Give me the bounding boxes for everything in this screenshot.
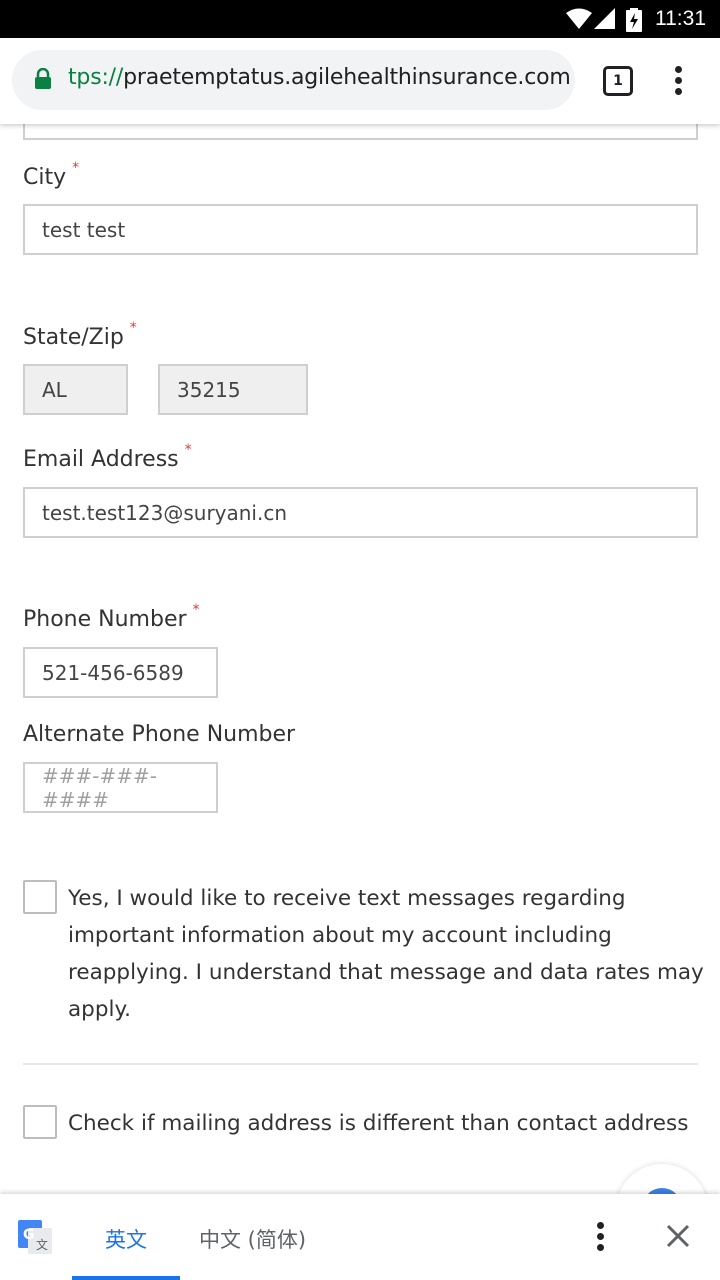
browser-toolbar: tps://praetemptatus.agilehealthinsurance… [0,38,720,124]
city-label-text: City [23,165,67,190]
status-time: 11:31 [655,7,706,30]
alt-phone-input[interactable]: ###-###-#### [23,762,218,813]
more-vert-icon [675,66,682,73]
url-scheme: tps:// [68,65,124,90]
menu-dot [597,1233,604,1240]
state-zip-label: State/Zip * [23,320,137,350]
state-input[interactable]: AL [23,364,128,415]
email-label: Email Address * [23,442,192,472]
tab-switcher-button[interactable]: 1 [603,66,633,96]
translate-bar: G 文 英文 中文 (简体) [0,1194,720,1280]
tab-source-language[interactable]: 英文 [105,1224,147,1254]
svg-text:G: G [23,1227,35,1243]
mailing-diff-checkbox[interactable] [23,1105,57,1139]
url-text: tps://praetemptatus.agilehealthinsurance… [68,65,571,90]
svg-text:文: 文 [36,1237,48,1252]
menu-dot [675,77,682,84]
menu-dot [597,1244,604,1251]
lock-icon [35,68,51,89]
translate-menu-button[interactable] [592,1222,608,1252]
required-mark: * [129,320,137,336]
sms-consent-line: Yes, I would like to receive text messag… [68,886,626,911]
menu-dot [675,88,682,95]
zip-input[interactable]: 35215 [158,364,308,415]
email-label-text: Email Address [23,447,179,472]
city-label: City * [23,160,79,190]
status-bar: 11:31 [0,0,720,38]
browser-menu-button[interactable] [670,66,686,96]
active-tab-indicator [72,1276,180,1280]
tab-target-language[interactable]: 中文 (简体) [199,1224,306,1254]
wifi-icon [566,8,592,29]
city-input[interactable]: test test [23,204,698,255]
close-icon[interactable] [664,1222,692,1250]
mailing-diff-text: Check if mailing address is different th… [68,1111,689,1136]
sms-consent-line: apply. [68,997,131,1022]
phone-input[interactable]: 521-456-6589 [23,647,218,698]
sms-consent-text: Yes, I would like to receive text messag… [68,880,704,1028]
divider [23,1063,698,1065]
required-mark: * [72,160,80,176]
url-host: praetemptatus.agilehealthinsurance.com [123,65,571,90]
more-vert-icon [597,1222,604,1229]
required-mark: * [192,602,200,618]
required-mark: * [184,442,192,458]
signal-icon [594,8,615,29]
state-zip-label-text: State/Zip [23,325,124,350]
phone-label-text: Phone Number [23,607,187,632]
phone-label: Phone Number * [23,602,200,632]
sms-consent-line: reapplying. I understand that message an… [68,960,704,985]
sms-consent-line: important information about my account i… [68,923,612,948]
address-bar[interactable]: tps://praetemptatus.agilehealthinsurance… [12,50,575,110]
email-input[interactable]: test.test123@suryani.cn [23,487,698,538]
google-translate-icon: G 文 [18,1220,52,1254]
alt-phone-label: Alternate Phone Number [23,722,296,747]
sms-consent-checkbox[interactable] [23,880,57,914]
battery-charging-icon [626,8,642,32]
